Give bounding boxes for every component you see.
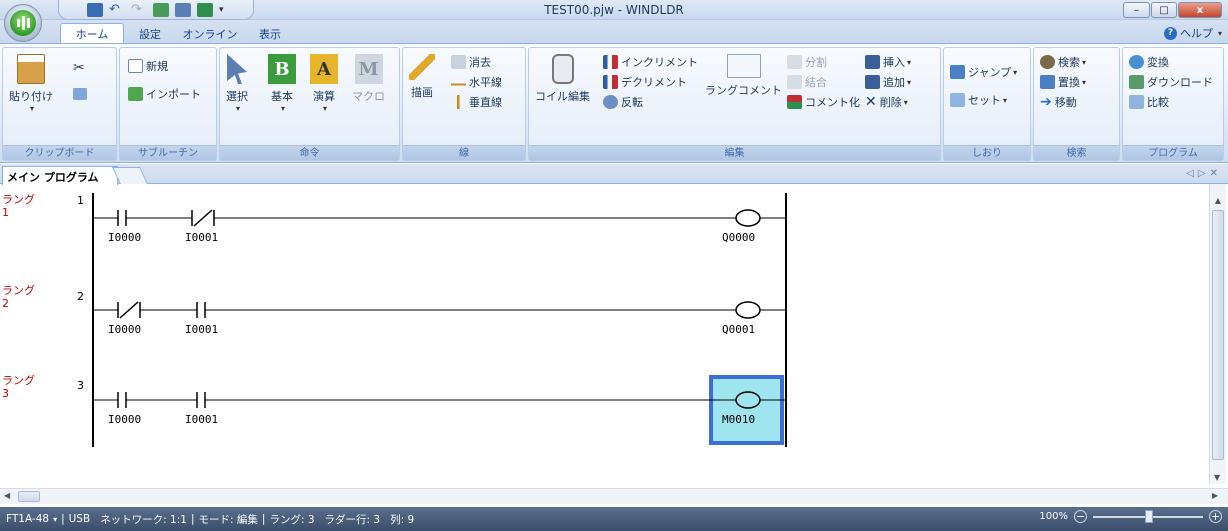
coil-operand[interactable]: M0010 [722, 413, 755, 426]
zoom-slider-thumb[interactable] [1145, 509, 1153, 523]
vertical-scrollbar[interactable]: ▲ ▼ [1209, 184, 1226, 484]
contact-operand[interactable]: I0000 [108, 231, 141, 244]
zoom-level: 100% [1039, 511, 1068, 522]
connection-type: USB [68, 513, 91, 525]
contact-operand[interactable]: I0001 [185, 231, 218, 244]
network-status: ネットワーク: 1:1 [100, 513, 187, 526]
status-divider: | [190, 513, 195, 525]
horizontal-scrollbar[interactable]: ◀ ▶ [0, 488, 1228, 504]
rung-1 [93, 209, 786, 227]
ladder-row-status: ラダー行: 3 [324, 513, 381, 526]
zoom-out-icon[interactable]: − [1074, 510, 1087, 523]
contact-operand[interactable]: I0001 [185, 323, 218, 336]
application-menu-button[interactable] [4, 4, 42, 42]
column-status: 列: 9 [390, 513, 415, 526]
contact-operand[interactable]: I0001 [185, 413, 218, 426]
ladder-diagram [92, 193, 787, 447]
scroll-up-icon[interactable]: ▲ [1210, 196, 1226, 205]
status-divider: | [61, 513, 65, 525]
scroll-right-icon[interactable]: ▶ [1212, 491, 1218, 500]
status-divider: | [261, 513, 266, 525]
chevron-down-icon[interactable]: ▾ [53, 515, 57, 524]
mode-status: モード: 編集 [198, 513, 258, 526]
contact-operand[interactable]: I0000 [108, 413, 141, 426]
scroll-thumb[interactable] [1212, 210, 1224, 460]
horizontal-scroll-thumb[interactable] [18, 491, 40, 502]
zoom-in-icon[interactable]: + [1209, 510, 1222, 523]
scroll-left-icon[interactable]: ◀ [4, 491, 10, 500]
app-logo-icon [10, 10, 36, 36]
rung-status: ラング: 3 [269, 513, 315, 526]
zoom-control: 100% − + [1039, 509, 1222, 523]
contact-operand[interactable]: I0000 [108, 323, 141, 336]
coil-operand[interactable]: Q0000 [722, 231, 755, 244]
coil-operand[interactable]: Q0001 [722, 323, 755, 336]
plc-type[interactable]: FT1A-48 [6, 513, 49, 525]
scroll-down-icon[interactable]: ▼ [1214, 473, 1220, 482]
rung-2 [93, 301, 786, 319]
zoom-slider[interactable] [1093, 509, 1203, 523]
rung-3 [93, 391, 786, 409]
